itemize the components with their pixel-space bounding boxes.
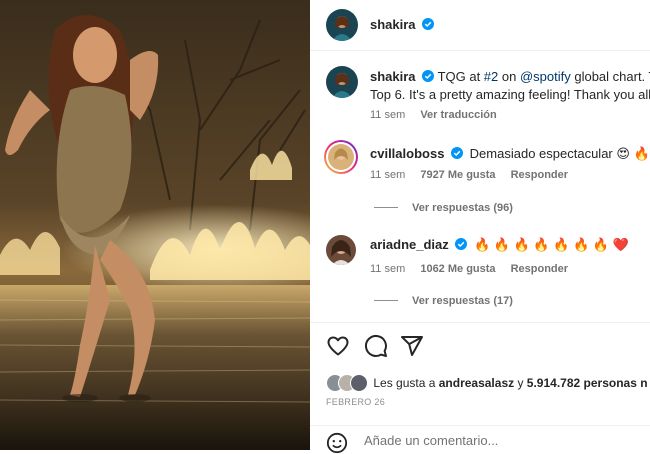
caption-text-rest: global chart. Tw <box>574 69 650 84</box>
post-date[interactable]: FEBRERO 26 <box>326 397 385 407</box>
comment-likes[interactable]: 7927 Me gusta <box>420 169 495 181</box>
caption-author-avatar[interactable] <box>326 66 358 98</box>
comment-username[interactable]: ariadne_diaz <box>370 237 449 252</box>
comment-avatar[interactable] <box>324 140 358 174</box>
comment-meta: 11 sem 1062 Me gusta Responder <box>370 263 580 275</box>
heart-icon[interactable] <box>326 334 350 358</box>
comment-time[interactable]: 11 sem <box>370 169 405 181</box>
verified-icon <box>451 147 464 159</box>
caption-line-2: Top 6. It's a pretty amazing feeling! Th… <box>370 87 650 102</box>
see-translation-button[interactable]: Ver traducción <box>420 109 496 121</box>
comment-meta: 11 sem 7927 Me gusta Responder <box>370 169 580 181</box>
verified-icon <box>455 238 468 250</box>
view-replies-button[interactable]: Ver respuestas (17) <box>374 295 513 307</box>
verified-icon <box>422 18 435 30</box>
caption-mention-spotify[interactable]: @spotify <box>520 69 571 84</box>
section-divider <box>310 322 650 323</box>
post-detail-panel: shakira shakira TQG at #2 on @spotify gl… <box>310 0 650 454</box>
reply-button[interactable]: Responder <box>511 169 568 181</box>
post-photo[interactable] <box>0 0 310 450</box>
likes-prefix: Les gusta a <box>373 376 439 390</box>
reply-button[interactable]: Responder <box>511 263 568 275</box>
comment-username[interactable]: cvillaloboss <box>370 146 444 161</box>
replies-divider-line <box>374 300 398 301</box>
caption-hashtag-rank[interactable]: #2 <box>484 69 498 84</box>
likes-summary: Les gusta a andreasalasz y 5.914.782 per… <box>326 374 648 392</box>
comment-time[interactable]: 11 sem <box>370 263 405 275</box>
comment-row: cvillaloboss Demasiado espectacular 😍 🔥 … <box>370 146 650 162</box>
post-header: shakira <box>310 0 650 51</box>
emoji-icon[interactable] <box>326 432 348 454</box>
comment-text: 🔥 🔥 🔥 🔥 🔥 🔥 🔥 ❤️ <box>474 237 629 252</box>
verified-icon <box>422 70 435 82</box>
comment-composer <box>310 425 650 454</box>
comment-row: ariadne_diaz 🔥 🔥 🔥 🔥 🔥 🔥 🔥 ❤️ <box>370 237 650 253</box>
caption-text-on: on <box>498 69 520 84</box>
action-bar <box>326 334 646 360</box>
caption: shakira TQG at #2 on @spotify global cha… <box>370 69 650 84</box>
caption-text: TQG at <box>437 69 484 84</box>
likes-count[interactable]: 5.914.782 personas n <box>527 376 648 390</box>
comment-likes[interactable]: 1062 Me gusta <box>420 263 495 275</box>
liker-username[interactable]: andreasalasz <box>439 376 514 390</box>
author-avatar[interactable] <box>326 9 358 41</box>
post-image <box>0 0 310 450</box>
comment-input[interactable] <box>362 432 626 449</box>
comment-text: Demasiado espectacular 😍 🔥 😝 <box>469 146 650 161</box>
view-replies-label: Ver respuestas (17) <box>412 295 513 307</box>
likes-and: y <box>514 376 527 390</box>
liker-avatars[interactable] <box>326 374 370 392</box>
comment-icon[interactable] <box>364 334 388 358</box>
share-icon[interactable] <box>400 334 424 358</box>
caption-meta: 11 sem Ver traducción <box>370 109 509 121</box>
view-replies-button[interactable]: Ver respuestas (96) <box>374 202 513 214</box>
view-replies-label: Ver respuestas (96) <box>412 202 513 214</box>
replies-divider-line <box>374 207 398 208</box>
caption-username[interactable]: shakira <box>370 69 416 84</box>
comment-avatar[interactable] <box>326 235 356 265</box>
author-username[interactable]: shakira <box>370 17 416 32</box>
caption-time[interactable]: 11 sem <box>370 109 405 121</box>
liker-avatar <box>350 374 368 392</box>
